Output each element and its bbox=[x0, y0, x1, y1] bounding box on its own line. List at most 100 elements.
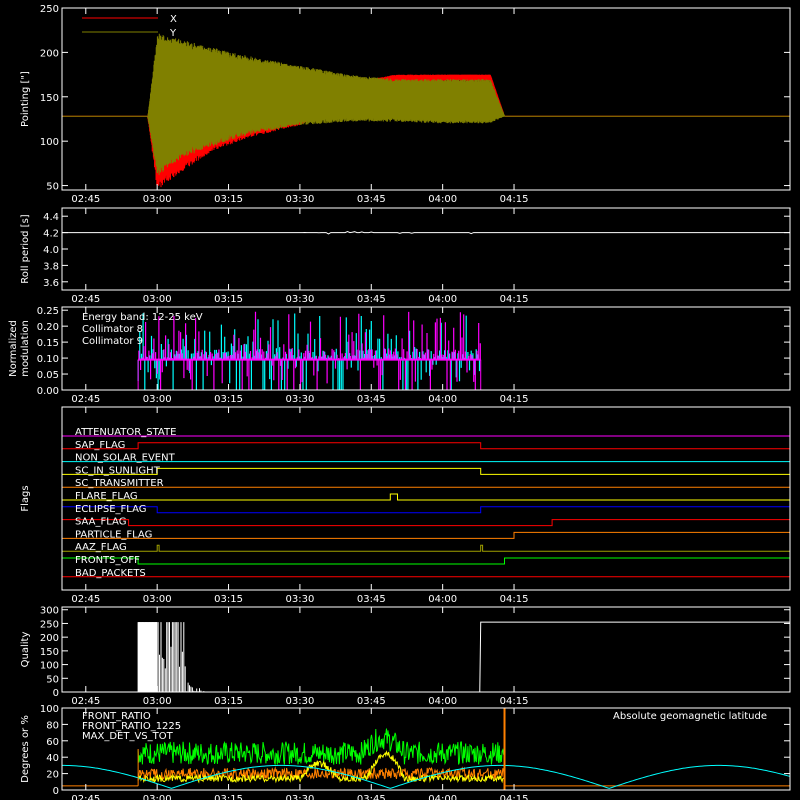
x-tick-label: 04:00 bbox=[428, 294, 457, 305]
flag-label-eclipse-flag: ECLIPSE_FLAG bbox=[75, 504, 146, 515]
y-axis-label: Degrees or % bbox=[20, 715, 31, 783]
flag-label-flare-flag: FLARE_FLAG bbox=[75, 491, 138, 502]
roll-period-line bbox=[62, 231, 790, 235]
y-tick-label: 100 bbox=[40, 661, 59, 672]
y-tick-label: 0.10 bbox=[37, 354, 59, 365]
x-tick-label: 03:45 bbox=[357, 294, 386, 305]
y-tick-label: 200 bbox=[40, 48, 59, 59]
y-axis-label: Flags bbox=[20, 485, 31, 511]
x-tick-label: 03:45 bbox=[357, 594, 386, 605]
series-front-ratio-1225 bbox=[137, 728, 505, 765]
x-tick-label: 02:45 bbox=[71, 194, 100, 205]
flag-label-fronts-off: FRONTS_OFF bbox=[75, 555, 140, 566]
x-tick-label: 04:15 bbox=[500, 696, 529, 707]
modulation-bars-9 bbox=[138, 311, 481, 390]
y-tick-label: 4.2 bbox=[43, 229, 59, 240]
flag-line-eclipse-flag bbox=[61, 506, 791, 514]
x-tick-label: 02:45 bbox=[71, 696, 100, 707]
x-tick-label: 04:15 bbox=[500, 294, 529, 305]
flag-line-fronts-off bbox=[61, 557, 791, 565]
x-tick-label: 03:45 bbox=[357, 394, 386, 405]
x-tick-label: 04:00 bbox=[428, 194, 457, 205]
data-layer bbox=[61, 33, 791, 790]
x-tick-label: 03:45 bbox=[357, 794, 386, 800]
legend-label-geomagnetic-latitude: Absolute geomagnetic latitude bbox=[613, 711, 767, 722]
legend-label-y: Y bbox=[169, 28, 177, 39]
y-tick-label: 200 bbox=[40, 633, 59, 644]
flag-label-saa-flag: SAA_FLAG bbox=[75, 517, 126, 528]
y-axis-label: modulation bbox=[20, 320, 31, 377]
x-tick-label: 04:00 bbox=[428, 594, 457, 605]
x-tick-label: 03:15 bbox=[214, 594, 243, 605]
y-tick-label: 20 bbox=[46, 770, 59, 781]
y-tick-label: 60 bbox=[46, 737, 59, 748]
x-tick-label: 03:15 bbox=[214, 394, 243, 405]
flag-label-bad-packets: BAD_PACKETS bbox=[75, 568, 146, 579]
x-tick-label: 04:15 bbox=[500, 594, 529, 605]
y-tick-label: 3.6 bbox=[43, 278, 59, 289]
y-tick-label: 250 bbox=[40, 4, 59, 15]
text-layer: 02:45 03:00 03:15 03:30 03:45 04:00 04:15 50 100… bbox=[8, 4, 767, 800]
x-tick-label: 03:00 bbox=[143, 696, 172, 707]
x-tick-label: 03:45 bbox=[357, 194, 386, 205]
y-tick-label: 0.25 bbox=[37, 306, 59, 317]
y-tick-label: 3.8 bbox=[43, 261, 59, 272]
x-tick-label: 03:00 bbox=[143, 794, 172, 800]
stage: 02:45 03:00 03:15 03:30 03:45 04:00 04:15 50 100… bbox=[8, 4, 791, 800]
x-tick-label: 02:45 bbox=[71, 794, 100, 800]
y-tick-label: 100 bbox=[40, 137, 59, 148]
quality-block bbox=[138, 622, 158, 692]
x-tick-label: 03:00 bbox=[143, 294, 172, 305]
y-tick-label: 50 bbox=[46, 674, 59, 685]
x-tick-label: 03:00 bbox=[143, 194, 172, 205]
y-tick-label: 0.15 bbox=[37, 338, 59, 349]
x-tick-label: 02:45 bbox=[71, 594, 100, 605]
y-tick-label: 0.00 bbox=[37, 386, 59, 397]
y-tick-label: 80 bbox=[46, 720, 59, 731]
y-tick-label: 150 bbox=[40, 93, 59, 104]
y-axis-label: Pointing ["] bbox=[20, 71, 31, 127]
legend-label-collimator-8: Collimator 8 bbox=[82, 324, 143, 335]
legend-label-collimator-9: Collimator 9 bbox=[82, 336, 143, 347]
flag-label-sap-flag: SAP_FLAG bbox=[75, 440, 125, 451]
y-tick-label: 0.05 bbox=[37, 370, 59, 381]
y-axis-label: Quality bbox=[20, 632, 31, 668]
y-axis-label: Roll period [s] bbox=[20, 214, 31, 283]
x-tick-label: 04:00 bbox=[428, 696, 457, 707]
flag-line-sc-in-sunlight bbox=[62, 467, 790, 475]
flag-label-attenuator-state: ATTENUATOR_STATE bbox=[75, 427, 176, 438]
flag-line-aaz-flag bbox=[62, 544, 790, 552]
series-line-y bbox=[62, 33, 790, 175]
flag-label-non-solar-event: NON_SOLAR_EVENT bbox=[75, 453, 176, 464]
x-tick-label: 03:30 bbox=[285, 594, 314, 605]
x-tick-label: 03:45 bbox=[357, 696, 386, 707]
panel-frame-1 bbox=[61, 207, 791, 291]
y-tick-label: 150 bbox=[40, 647, 59, 658]
x-tick-label: 02:45 bbox=[71, 394, 100, 405]
y-axis-label: Normalized bbox=[8, 320, 19, 377]
y-tick-label: 250 bbox=[40, 619, 59, 630]
x-tick-label: 03:30 bbox=[285, 194, 314, 205]
x-tick-label: 03:30 bbox=[285, 394, 314, 405]
x-tick-label: 03:15 bbox=[214, 294, 243, 305]
y-tick-label: 0 bbox=[53, 786, 59, 797]
x-tick-label: 03:00 bbox=[143, 594, 172, 605]
x-tick-label: 03:30 bbox=[285, 794, 314, 800]
y-tick-label: 50 bbox=[46, 182, 59, 193]
flag-line-particle-flag bbox=[62, 531, 791, 539]
x-tick-label: 03:15 bbox=[214, 194, 243, 205]
quality-step bbox=[479, 621, 790, 693]
y-tick-label: 0.20 bbox=[37, 322, 59, 333]
y-tick-label: 300 bbox=[40, 606, 59, 617]
y-tick-label: 100 bbox=[40, 704, 59, 715]
x-tick-label: 03:30 bbox=[285, 294, 314, 305]
flag-label-particle-flag: PARTICLE_FLAG bbox=[75, 529, 152, 540]
x-tick-label: 03:15 bbox=[214, 696, 243, 707]
energy-band-annotation: Energy band: 12-25 keV bbox=[82, 312, 203, 323]
x-tick-label: 04:00 bbox=[428, 794, 457, 800]
x-tick-label: 02:45 bbox=[71, 294, 100, 305]
x-tick-label: 04:15 bbox=[500, 794, 529, 800]
y-tick-label: 4.4 bbox=[43, 212, 59, 223]
legend-label-x: X bbox=[170, 14, 177, 25]
x-tick-label: 04:15 bbox=[500, 194, 529, 205]
